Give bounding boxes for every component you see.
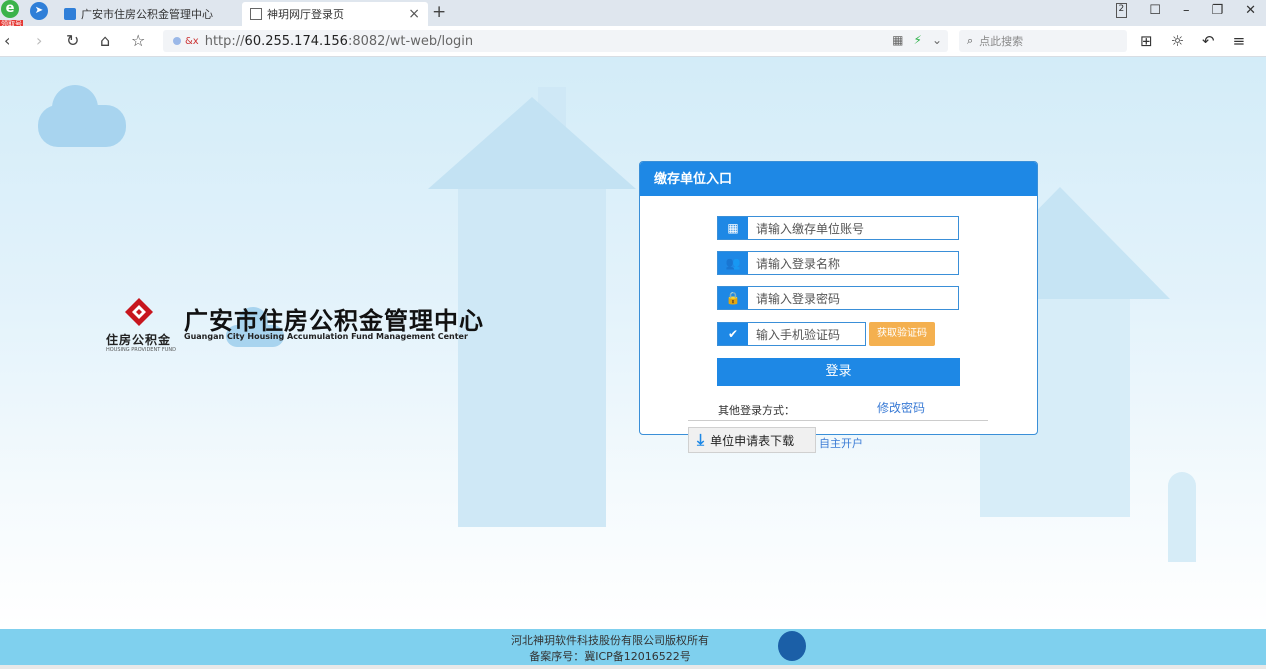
back-icon[interactable]: ‹ (4, 31, 10, 50)
address-toolbar: ‹ › ↻ ⌂ ☆ &x http://60.255.174.156:8082/… (0, 26, 1266, 57)
close-icon[interactable]: × (408, 6, 420, 22)
self-open-account-link[interactable]: 自主开户 (819, 435, 863, 451)
tab-label: 神玥网厅登录页 (267, 8, 344, 21)
other-login-label: 其他登录方式： (718, 404, 795, 417)
home-icon[interactable]: ⌂ (100, 31, 110, 50)
navigation-icon[interactable]: ➤ (30, 2, 48, 20)
housing-fund-logo-icon (125, 298, 153, 326)
sms-placeholder: 输入手机验证码 (756, 327, 841, 342)
forward-icon[interactable]: › (36, 31, 42, 50)
url-actions: ▦ ⚡ ⌄ (892, 33, 942, 47)
apps-icon[interactable]: ⊞ (1140, 32, 1153, 50)
tab-count-icon[interactable]: 2 (1115, 3, 1128, 18)
restore-icon[interactable]: ❐ (1211, 3, 1223, 18)
search-placeholder: 点此搜索 (979, 35, 1024, 48)
url-bar[interactable]: &x http://60.255.174.156:8082/wt-web/log… (163, 30, 948, 52)
qr-icon[interactable]: ▦ (892, 33, 903, 47)
download-icon: ⤓ (697, 430, 705, 449)
skin-icon[interactable]: ☐ (1149, 3, 1161, 18)
change-password-link[interactable]: 修改密码 (877, 399, 925, 416)
footer-copyright: 河北神玥软件科技股份有限公司版权所有 (511, 634, 709, 647)
refresh-icon[interactable]: ↻ (66, 31, 79, 50)
login-button[interactable]: 登录 (717, 358, 960, 386)
taskbar-strip (0, 665, 1266, 669)
bookmark-star-icon[interactable]: ☆ (131, 31, 145, 50)
police-badge-icon[interactable] (778, 631, 806, 661)
lightning-icon[interactable]: ⚡ (914, 33, 922, 47)
account-input[interactable]: ▦ 请输入缴存单位账号 (717, 216, 959, 240)
browser-logo-icon[interactable]: e (1, 0, 19, 18)
page-footer: 河北神玥软件科技股份有限公司版权所有 备案序号：冀ICP备12016522号 (0, 629, 1266, 665)
sms-code-input[interactable]: ✔ 输入手机验证码 (717, 322, 866, 346)
building-icon: ▦ (718, 217, 748, 239)
page-background: 住房公积金 HOUSING PROVIDENT FUND 广安市住房公积金管理中… (0, 57, 1266, 629)
cloud-decoration (52, 85, 98, 131)
search-box[interactable]: ⌕ 点此搜索 (959, 30, 1127, 52)
users-icon: 👥 (718, 252, 748, 274)
logo-small-cn: 住房公积金 (106, 333, 172, 347)
username-input[interactable]: 👥 请输入登录名称 (717, 251, 959, 275)
browser-tools: ⊞ ☼ ↶ ≡ (1140, 32, 1245, 50)
download-form-button[interactable]: ⤓ 单位申请表下载 (688, 427, 816, 453)
username-placeholder: 请输入登录名称 (756, 256, 841, 271)
login-heading: 缴存单位入口 (640, 162, 1037, 196)
divider (688, 420, 988, 421)
roof-decoration (428, 97, 636, 189)
logo-small-en: HOUSING PROVIDENT FUND (106, 347, 176, 353)
page-icon (64, 8, 76, 20)
footer-icp: 备案序号：冀ICP备12016522号 (529, 650, 691, 663)
account-placeholder: 请输入缴存单位账号 (756, 221, 865, 236)
undo-icon[interactable]: ↶ (1202, 32, 1215, 50)
tab-login[interactable]: 神玥网厅登录页 × (242, 2, 428, 26)
insecure-icon: &x (185, 35, 199, 47)
browser-tab-bar: e 领取号 ➤ 广安市住房公积金管理中心 神玥网厅登录页 × + 2 ☐ – ❐… (0, 0, 1266, 29)
password-input[interactable]: 🔒 请输入登录密码 (717, 286, 959, 310)
tab-home[interactable]: 广安市住房公积金管理中心 (64, 2, 234, 26)
password-placeholder: 请输入登录密码 (756, 291, 841, 306)
window-controls: 2 ☐ – ❐ ✕ (1115, 3, 1256, 18)
building-decoration (1168, 472, 1196, 562)
search-icon: ⌕ (967, 34, 974, 47)
org-subtitle: Guangan City Housing Accumulation Fund M… (184, 332, 468, 341)
shield-icon: ✔ (718, 323, 748, 345)
lock-icon: 🔒 (718, 287, 748, 309)
image-icon (250, 8, 262, 20)
org-title: 广安市住房公积金管理中心 (184, 307, 484, 335)
menu-icon[interactable]: ≡ (1233, 32, 1246, 50)
site-info-icon[interactable] (173, 37, 181, 45)
download-label: 单位申请表下载 (710, 433, 795, 448)
building-decoration (458, 187, 606, 527)
minimize-icon[interactable]: – (1183, 3, 1190, 18)
login-panel: 缴存单位入口 ▦ 请输入缴存单位账号 👥 请输入登录名称 🔒 请输入登录密码 ✔… (639, 161, 1038, 435)
url-text: http://60.255.174.156:8082/wt-web/login (204, 33, 474, 49)
brightness-icon[interactable]: ☼ (1171, 32, 1184, 50)
close-window-icon[interactable]: ✕ (1245, 3, 1256, 18)
new-tab-icon[interactable]: + (432, 2, 446, 22)
tab-label: 广安市住房公积金管理中心 (81, 8, 213, 21)
get-code-button[interactable]: 获取验证码 (869, 322, 935, 346)
chevron-down-icon[interactable]: ⌄ (932, 33, 942, 47)
